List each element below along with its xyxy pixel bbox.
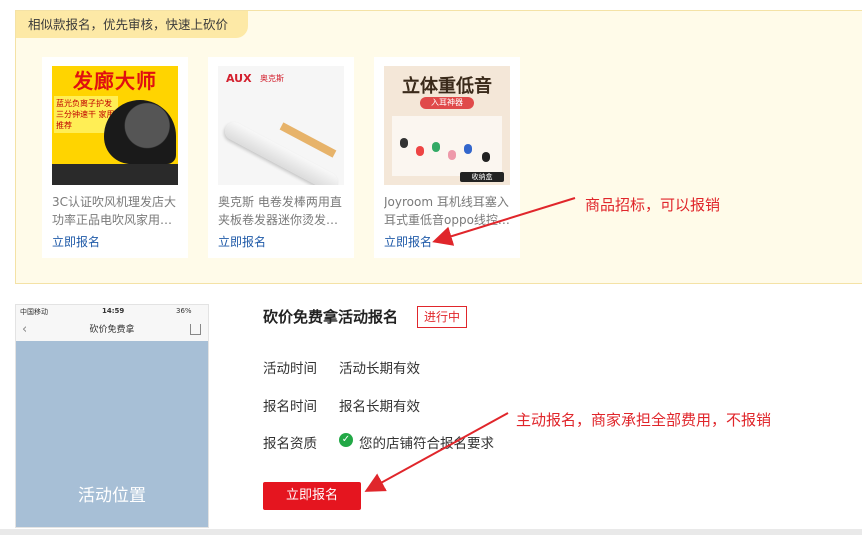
arrow-to-signup-button: [364, 412, 509, 492]
annotation-arrows: [364, 197, 576, 492]
arrow-to-join-link: [432, 197, 576, 246]
bottom-divider: [0, 529, 862, 535]
